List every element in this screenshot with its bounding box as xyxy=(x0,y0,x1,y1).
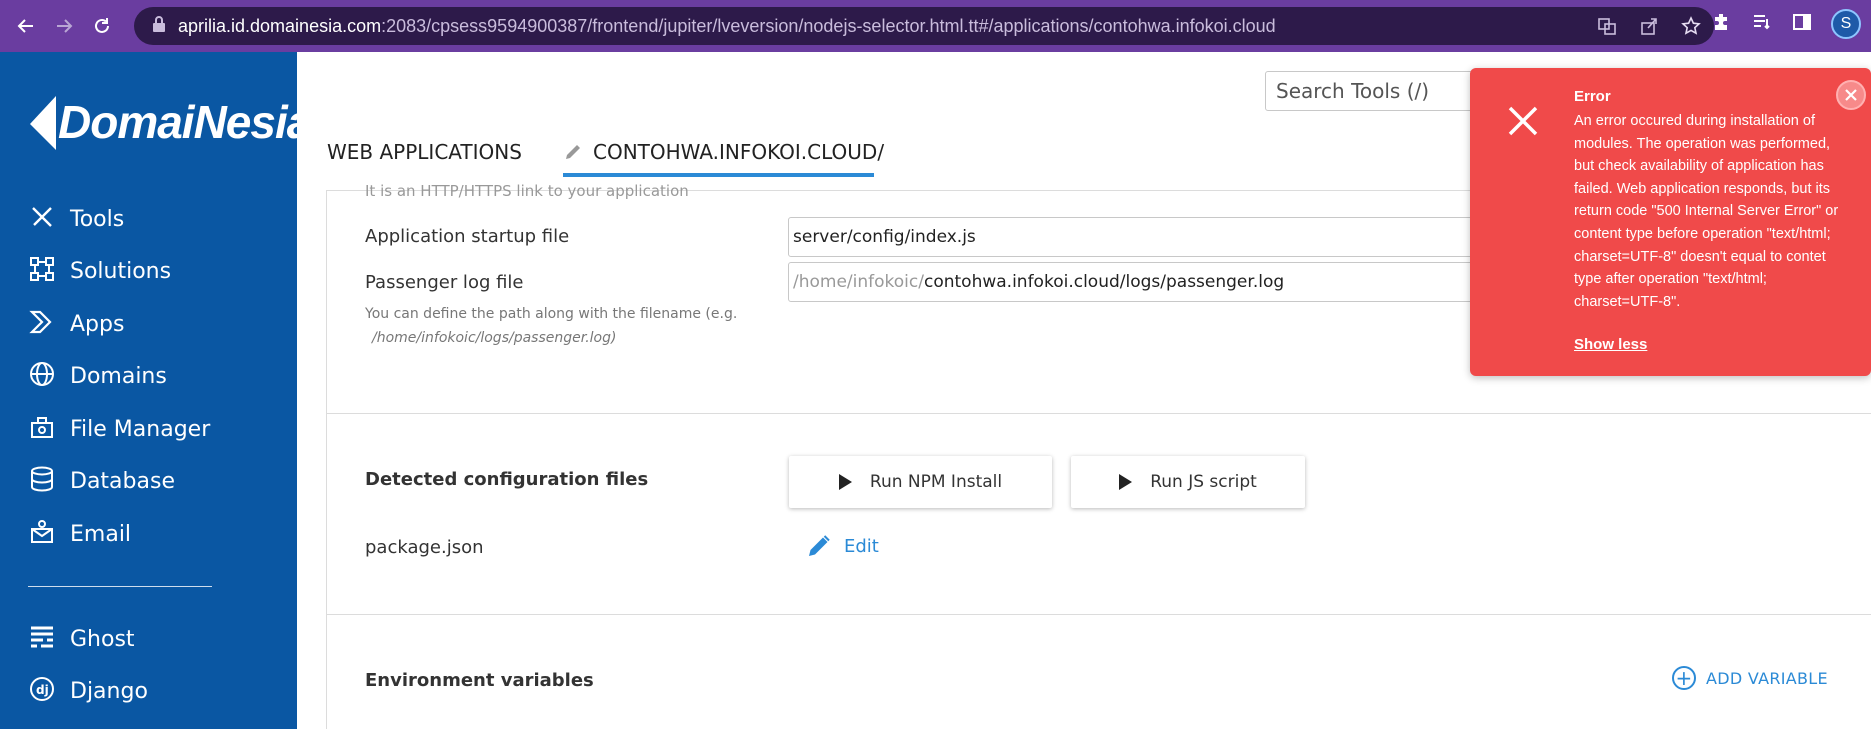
apps-icon xyxy=(28,308,56,341)
tab-application[interactable]: CONTOHWA.INFOKOI.CLOUD/ xyxy=(563,140,884,164)
url-hint-text: It is an HTTP/HTTPS link to your applica… xyxy=(365,182,689,200)
run-js-script-label: Run JS script xyxy=(1150,472,1257,492)
close-icon xyxy=(1845,89,1857,101)
sidebar-item-domains[interactable]: Domains xyxy=(28,358,167,394)
sidebar-item-apps[interactable]: Apps xyxy=(28,306,124,342)
startup-file-value: server/config/index.js xyxy=(793,227,976,247)
tab-web-applications[interactable]: WEB APPLICATIONS xyxy=(327,140,522,164)
file-manager-icon xyxy=(28,413,56,446)
pencil-icon xyxy=(563,142,583,162)
address-bar[interactable]: aprilia.id.domainesia.com:2083/cpsess959… xyxy=(134,7,1714,45)
profile-avatar[interactable]: S xyxy=(1831,9,1861,39)
svg-text:dj: dj xyxy=(36,683,49,697)
startup-file-input[interactable]: server/config/index.js xyxy=(788,217,1508,257)
startup-file-label: Application startup file xyxy=(365,226,570,247)
add-variable-label: ADD VARIABLE xyxy=(1706,668,1828,688)
sidebar-item-label: Tools xyxy=(70,206,125,232)
logo-arrow-icon xyxy=(30,96,56,150)
log-path-prefix: /home/infokoic/ xyxy=(793,272,924,292)
error-message: An error occured during installation of … xyxy=(1574,113,1839,310)
sidebar-item-file-manager[interactable]: File Manager xyxy=(28,411,210,447)
url-text: aprilia.id.domainesia.com:2083/cpsess959… xyxy=(178,15,1276,36)
sidebar-item-label: Solutions xyxy=(70,258,172,284)
environment-variables-title: Environment variables xyxy=(365,670,594,691)
section-divider xyxy=(326,614,1871,615)
sidebar-item-email[interactable]: Email xyxy=(28,516,131,552)
sidebar-item-label: Ghost xyxy=(70,626,135,652)
sidebar-item-label: Domains xyxy=(70,363,167,389)
reading-list-icon[interactable] xyxy=(1751,11,1773,38)
play-icon xyxy=(838,474,852,490)
active-tab-indicator xyxy=(563,173,874,177)
error-title: Error xyxy=(1574,88,1611,105)
log-help-example: /home/infokoic/logs/passenger.log) xyxy=(372,330,617,346)
error-toast: Error An error occured during installati… xyxy=(1470,68,1871,376)
section-divider xyxy=(326,413,1871,414)
sidebar-item-label: File Manager xyxy=(70,416,211,442)
show-less-link[interactable]: Show less xyxy=(1574,336,1647,353)
add-variable-button[interactable]: + ADD VARIABLE xyxy=(1672,666,1828,690)
translate-icon[interactable] xyxy=(1596,15,1618,37)
browser-toolbar: aprilia.id.domainesia.com:2083/cpsess959… xyxy=(0,0,1871,52)
close-toast-button[interactable] xyxy=(1836,80,1866,110)
bookmark-star-icon[interactable] xyxy=(1680,15,1702,37)
sidebar-item-database[interactable]: Database xyxy=(28,463,175,499)
sidebar-item-label: Email xyxy=(70,521,132,547)
edit-label: Edit xyxy=(844,535,879,557)
sidebar-item-label: Django xyxy=(70,678,148,704)
plus-circle-icon: + xyxy=(1672,666,1696,690)
passenger-log-label: Passenger log file xyxy=(365,272,524,293)
sidebar-item-label: Database xyxy=(70,468,175,494)
sidebar-item-solutions[interactable]: Solutions xyxy=(28,253,171,289)
sidebar-item-label: Apps xyxy=(70,311,125,337)
edit-pencil-icon xyxy=(809,535,830,556)
sidebar-item-django[interactable]: dj Django xyxy=(28,673,148,709)
run-npm-install-button[interactable]: Run NPM Install xyxy=(789,456,1052,508)
logo-text: DomaiNesia xyxy=(58,96,312,148)
lock-icon xyxy=(152,15,166,37)
globe-icon xyxy=(28,360,56,393)
email-icon xyxy=(28,518,56,551)
edit-package-json-link[interactable]: Edit xyxy=(806,533,879,559)
side-panel-icon[interactable] xyxy=(1791,11,1813,38)
passenger-log-input[interactable]: /home/infokoic/contohwa.infokoi.cloud/lo… xyxy=(788,262,1508,302)
detected-config-title: Detected configuration files xyxy=(365,469,649,490)
sidebar-item-ghost[interactable]: Ghost xyxy=(28,621,135,657)
sidebar: DomaiNesia Tools Solutions Apps Domains … xyxy=(0,52,312,729)
log-path-value: contohwa.infokoi.cloud/logs/passenger.lo… xyxy=(923,272,1285,292)
tools-icon xyxy=(28,203,56,236)
back-icon[interactable] xyxy=(12,12,40,40)
tab-application-label: CONTOHWA.INFOKOI.CLOUD/ xyxy=(593,140,885,164)
domainesia-logo[interactable]: DomaiNesia xyxy=(28,92,312,152)
database-icon xyxy=(28,465,56,498)
ghost-icon xyxy=(28,623,56,656)
django-icon: dj xyxy=(28,675,56,708)
solutions-icon xyxy=(28,255,56,288)
run-js-script-button[interactable]: Run JS script xyxy=(1071,456,1305,508)
log-help-text: You can define the path along with the f… xyxy=(365,306,738,322)
sidebar-item-tools[interactable]: Tools xyxy=(28,201,124,237)
extensions-icon[interactable] xyxy=(1711,11,1733,38)
error-x-icon xyxy=(1508,106,1538,136)
reload-icon[interactable] xyxy=(88,12,116,40)
package-json-label: package.json xyxy=(365,537,484,558)
run-npm-install-label: Run NPM Install xyxy=(869,472,1003,492)
sidebar-divider xyxy=(28,586,212,587)
forward-icon[interactable] xyxy=(50,12,78,40)
share-icon[interactable] xyxy=(1638,15,1660,37)
play-icon xyxy=(1119,474,1133,490)
